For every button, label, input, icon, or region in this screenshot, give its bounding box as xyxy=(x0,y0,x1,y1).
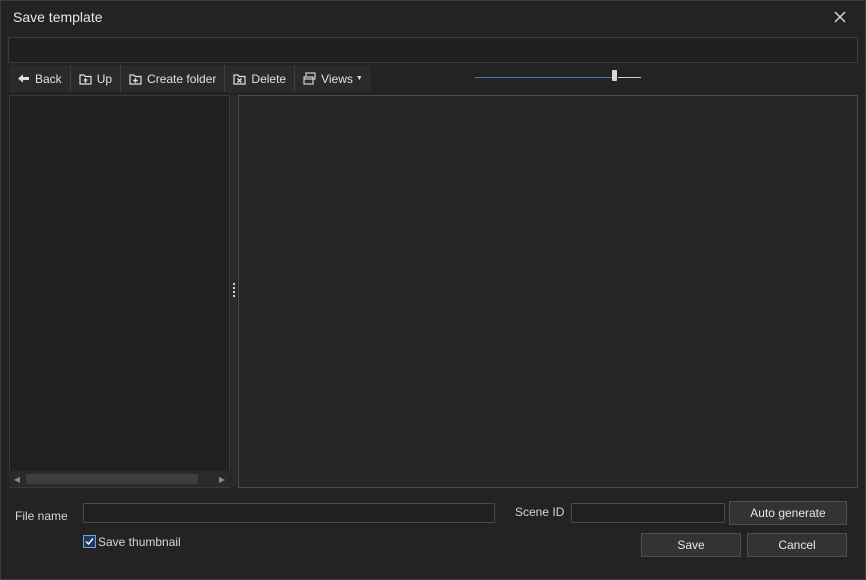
folder-tree-hscrollbar[interactable]: ◀ ▶ xyxy=(9,471,230,487)
scroll-right-icon[interactable]: ▶ xyxy=(214,471,230,487)
file-name-label: File name xyxy=(15,509,68,523)
create-folder-button[interactable]: Create folder xyxy=(121,65,226,92)
views-icon xyxy=(303,72,316,85)
arrow-left-icon xyxy=(18,74,29,83)
auto-generate-button[interactable]: Auto generate xyxy=(729,501,847,525)
zoom-slider-thumb[interactable] xyxy=(612,70,617,81)
up-label: Up xyxy=(96,71,113,86)
delete-button[interactable]: Delete xyxy=(225,65,296,92)
dialog-title: Save template xyxy=(13,9,103,25)
save-button[interactable]: Save xyxy=(641,533,741,557)
scene-id-input[interactable] xyxy=(571,503,725,523)
save-template-dialog: Save template Back Up Create folder Dele… xyxy=(0,0,866,580)
back-label: Back xyxy=(35,71,62,86)
folder-up-icon xyxy=(79,74,92,85)
close-button[interactable] xyxy=(829,7,851,27)
views-button[interactable]: Views ▼ xyxy=(295,65,371,92)
delete-label: Delete xyxy=(251,71,287,86)
folder-delete-icon xyxy=(233,74,247,85)
create-folder-label: Create folder xyxy=(147,71,217,86)
toolbar: Back Up Create folder Delete Views ▼ xyxy=(9,65,371,92)
folder-tree-pane[interactable] xyxy=(9,95,230,488)
back-button[interactable]: Back xyxy=(9,65,71,92)
file-list-pane[interactable] xyxy=(238,95,858,488)
zoom-slider[interactable] xyxy=(475,69,641,83)
close-icon xyxy=(834,11,846,23)
path-bar[interactable] xyxy=(8,37,858,63)
file-name-input[interactable] xyxy=(83,503,495,523)
splitter-grip-icon xyxy=(233,283,235,297)
checkmark-icon xyxy=(85,538,94,546)
save-thumbnail-checkbox[interactable] xyxy=(83,535,96,548)
zoom-track-filled xyxy=(475,77,612,78)
folder-plus-icon xyxy=(129,74,142,85)
up-button[interactable]: Up xyxy=(71,65,122,92)
zoom-track-empty xyxy=(618,77,641,78)
scene-id-label: Scene ID xyxy=(515,505,565,519)
pane-splitter[interactable] xyxy=(231,95,237,487)
views-label: Views xyxy=(321,71,353,86)
save-thumbnail-label: Save thumbnail xyxy=(98,535,181,549)
chevron-down-icon: ▼ xyxy=(355,75,363,82)
cancel-button[interactable]: Cancel xyxy=(747,533,847,557)
scrollbar-thumb[interactable] xyxy=(26,474,198,484)
scroll-left-icon[interactable]: ◀ xyxy=(9,471,25,487)
